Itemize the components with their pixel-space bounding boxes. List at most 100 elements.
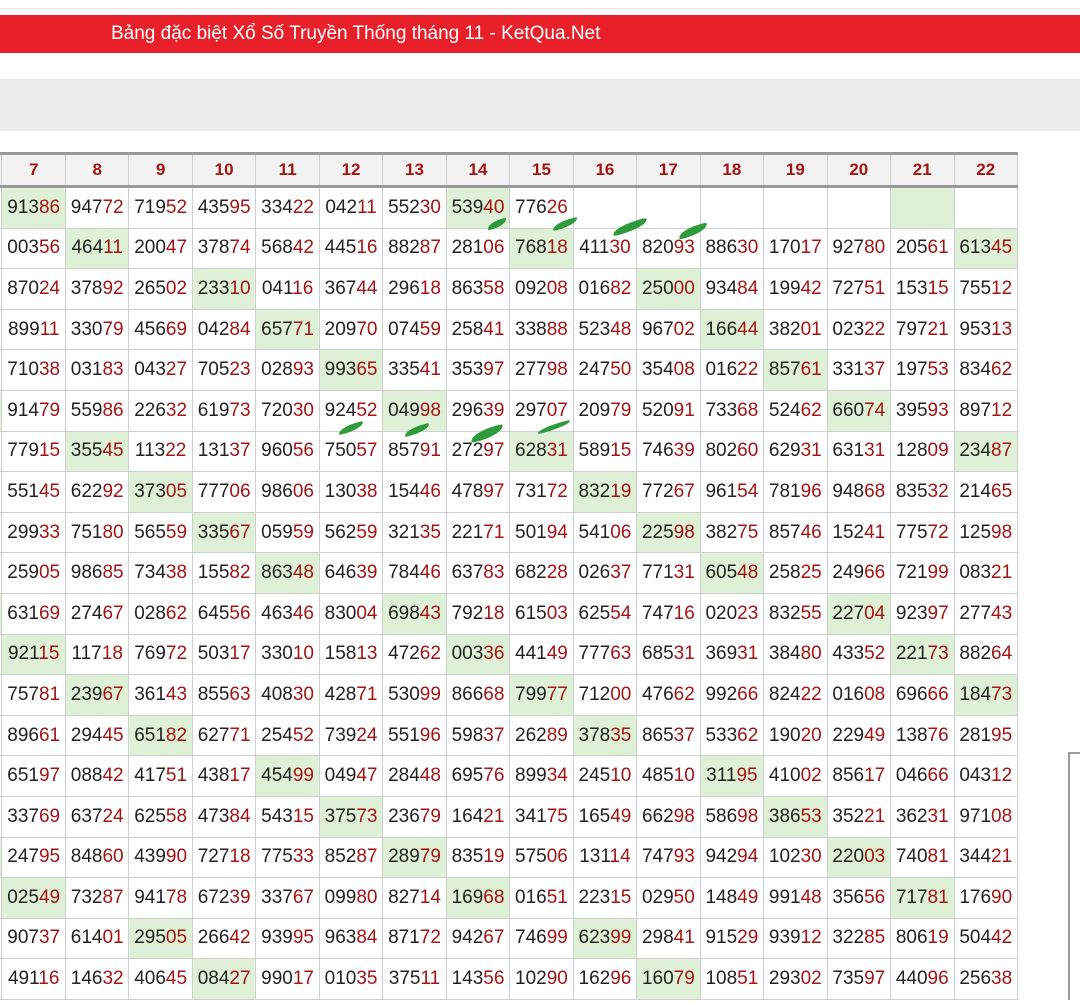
table-cell: 02322 <box>826 308 892 351</box>
table-row: 7618187024378922650223310041163674429618… <box>0 268 1018 310</box>
table-cell <box>699 186 765 229</box>
table-cell: 28979 <box>382 836 447 879</box>
table-cell: 65771 <box>255 308 320 351</box>
table-cell: 04947 <box>318 755 384 797</box>
table-cell: 33769 <box>1 795 66 838</box>
table-cell: 16421 <box>445 795 511 838</box>
table-cell: 37573 <box>318 795 384 838</box>
table-cell: 73924 <box>318 714 384 757</box>
table-cell: 15582 <box>191 552 257 594</box>
table-cell: 83004 <box>318 592 384 635</box>
table-cell: 57506 <box>509 836 574 879</box>
table-cell: 22171 <box>445 511 511 554</box>
table-cell: 14356 <box>445 958 511 1000</box>
table-cell: 83219 <box>572 471 638 513</box>
table-cell: 73287 <box>64 877 130 919</box>
table-cell: 23310 <box>191 268 257 310</box>
table-cell: 61345 <box>953 227 1018 270</box>
table-cell: 91529 <box>699 917 765 960</box>
table-cell: 77267 <box>636 471 701 513</box>
column-header: 9 <box>128 152 193 188</box>
table-cell: 36931 <box>699 633 765 676</box>
table-cell: 55196 <box>382 714 447 757</box>
table-cell: 73368 <box>699 389 765 432</box>
table-cell: 55230 <box>382 186 447 229</box>
table-cell: 04998 <box>382 389 447 432</box>
table-cell: 71952 <box>128 186 193 229</box>
table-cell: 49116 <box>1 958 66 1000</box>
table-cell <box>636 186 701 229</box>
table-cell: 44149 <box>509 633 574 676</box>
table-cell: 50442 <box>953 917 1018 960</box>
table-cell: 01622 <box>699 349 765 391</box>
table-cell: 54106 <box>572 511 638 554</box>
table-cell: 10290 <box>509 958 574 1000</box>
table-cell: 23967 <box>64 674 130 716</box>
table-cell: 94772 <box>64 186 130 229</box>
table-cell: 34421 <box>953 836 1018 879</box>
table-row: 7628965197088424175143817454990494728448… <box>0 755 1018 797</box>
table-cell: 15446 <box>382 471 447 513</box>
table-row: 6906602549732879417867239337670998082714… <box>0 877 1018 919</box>
table-cell: 64556 <box>191 592 257 635</box>
table-cell: 39593 <box>890 389 955 432</box>
table-cell: 19753 <box>890 349 955 391</box>
table-cell: 94294 <box>699 836 765 879</box>
table-cell: 48510 <box>636 755 701 797</box>
table-cell: 42871 <box>318 674 384 716</box>
table-cell: 93995 <box>255 917 320 960</box>
table-cell: 13038 <box>318 471 384 513</box>
scrollbar[interactable] <box>1068 752 1080 1000</box>
table-cell: 85761 <box>763 349 828 391</box>
table-cell: 11718 <box>64 633 130 676</box>
table-cell: 09980 <box>318 877 384 919</box>
table-cell: 73438 <box>128 552 193 594</box>
table-cell: 99266 <box>699 674 765 716</box>
table-cell <box>763 186 828 229</box>
table-cell: 45499 <box>255 755 320 797</box>
table-cell: 84860 <box>64 836 130 879</box>
table-cell: 02549 <box>1 877 66 919</box>
table-cell: 62931 <box>763 430 828 473</box>
column-header: 18 <box>699 152 765 188</box>
table-cell: 00356 <box>1 227 66 270</box>
table-cell: 43817 <box>191 755 257 797</box>
table-cell <box>890 186 955 229</box>
table-cell: 75781 <box>1 674 66 716</box>
column-header: 13 <box>382 152 447 188</box>
table-cell: 87024 <box>1 268 66 310</box>
table-cell: 19942 <box>763 268 828 310</box>
column-header: 11 <box>255 152 320 188</box>
table-cell: 93912 <box>763 917 828 960</box>
table-cell: 44516 <box>318 227 384 270</box>
table-cell: 55145 <box>1 471 66 513</box>
table-cell: 71781 <box>890 877 955 919</box>
table-cell: 63131 <box>826 430 892 473</box>
table-cell: 78446 <box>382 552 447 594</box>
table-cell: 35397 <box>445 349 511 391</box>
table-cell: 18473 <box>953 674 1018 716</box>
table-cell: 43990 <box>128 836 193 879</box>
table-cell: 74081 <box>890 836 955 879</box>
table-cell: 92115 <box>1 633 66 676</box>
results-table-container[interactable]: 678910111213141516171819202122 918219138… <box>0 152 1080 1008</box>
table-cell: 01608 <box>826 674 892 716</box>
table-cell: 35545 <box>64 430 130 473</box>
table-cell: 75512 <box>953 268 1018 310</box>
top-divider <box>0 8 1080 9</box>
table-cell: 37874 <box>191 227 257 270</box>
table-cell: 04327 <box>128 349 193 391</box>
table-cell: 33137 <box>826 349 892 391</box>
table-cell: 73597 <box>826 958 892 1000</box>
column-header: 7 <box>1 152 66 188</box>
table-row: 3122555145622923730577706986061303815446… <box>0 471 1018 513</box>
table-cell: 78196 <box>763 471 828 513</box>
table-cell: 08427 <box>191 958 257 1000</box>
table-cell: 86358 <box>445 268 511 310</box>
table-cell: 25452 <box>255 714 320 757</box>
table-cell: 54315 <box>255 795 320 838</box>
table-cell: 85617 <box>826 755 892 797</box>
table-cell: 66074 <box>826 389 892 432</box>
table-cell: 58915 <box>572 430 638 473</box>
table-cell: 69843 <box>382 592 447 635</box>
